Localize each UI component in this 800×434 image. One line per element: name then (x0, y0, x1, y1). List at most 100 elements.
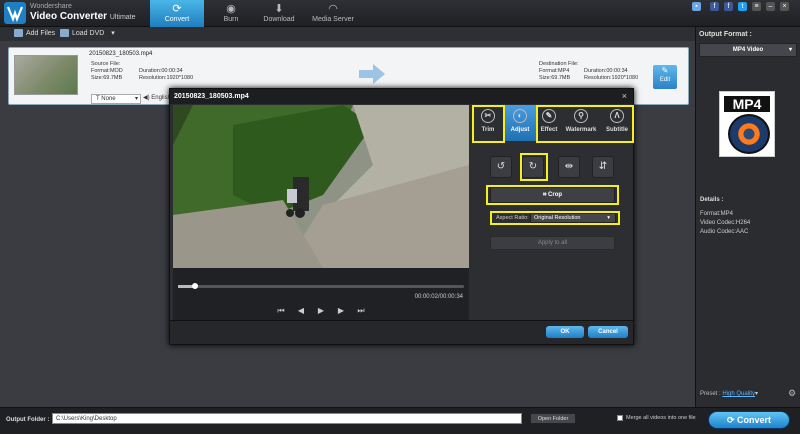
apply-to-all-button[interactable]: Apply to all (490, 236, 615, 250)
aspect-ratio-value: Original Resolution (534, 215, 581, 221)
rotate-right-button[interactable]: ↻ (522, 156, 544, 178)
tab-download[interactable]: ⬇ Download (248, 0, 310, 27)
crop-label: Crop (548, 192, 563, 198)
preset-label: Preset : (700, 391, 721, 397)
download-icon: ⬇ (274, 3, 284, 15)
output-format-title: Output Format : (699, 31, 752, 38)
tab-watermark[interactable]: ⚲ Watermark (562, 105, 600, 141)
merge-checkbox[interactable] (617, 415, 623, 421)
load-dvd-label: Load DVD (72, 29, 105, 37)
output-folder-input[interactable]: C:\Users\King\Desktop (52, 413, 522, 424)
chevron-down-icon[interactable]: ▾ (111, 29, 115, 37)
rotate-left-button[interactable]: ↺ (490, 156, 512, 178)
merge-label: Merge all videos into one file (626, 415, 696, 421)
tab-watermark-label: Watermark (565, 127, 597, 133)
aspect-ratio: Aspect Ratio: Original Resolution ▾ (494, 213, 618, 223)
chevron-down-icon: ▾ (134, 96, 138, 102)
tab-convert[interactable]: ⟳ Convert (150, 0, 204, 27)
tab-adjust[interactable]: ◐ Adjust (504, 105, 536, 141)
facebook-icon[interactable]: f (710, 2, 719, 11)
tab-convert-label: Convert (164, 16, 190, 23)
minimize-icon[interactable]: – (766, 2, 775, 11)
output-format-select[interactable]: MP4 Video ▾ (699, 43, 797, 57)
preset-value-link[interactable]: High Quality (722, 391, 755, 397)
watermark-icon: ⚲ (574, 109, 588, 123)
video-preview[interactable] (173, 105, 469, 268)
tab-subtitle[interactable]: Λ Subtitle (602, 105, 632, 141)
subtitle-select[interactable]: T None ▾ (91, 94, 141, 104)
subtitle-value: None (101, 96, 116, 102)
rotate-right-icon: ↻ (528, 161, 538, 172)
tab-download-label: Download (263, 16, 295, 23)
subtitle-icon: Λ (610, 109, 624, 123)
flip-vertical-button[interactable]: ⇵ (592, 156, 614, 178)
source-duration: Duration:00:00:34 (139, 68, 183, 74)
chevron-down-icon: ▾ (788, 47, 792, 53)
video-thumbnail[interactable] (14, 55, 78, 95)
next-frame-icon[interactable]: ▶ (336, 306, 346, 316)
dest-size: Size:69.7MB (539, 75, 571, 81)
tab-effect-label: Effect (540, 127, 558, 133)
flip-horizontal-button[interactable]: ⇹ (558, 156, 580, 178)
timecode: 00:00:02/00:00:34 (414, 294, 463, 300)
tab-media-server-label: Media Server (312, 16, 354, 23)
cart-icon[interactable]: ▪ (692, 2, 701, 11)
gear-icon[interactable]: ⚙ (788, 388, 796, 399)
dialog-footer: OK Cancel (170, 320, 633, 344)
chevron-down-icon: ▾ (607, 215, 610, 221)
output-format-value: MP4 Video (732, 47, 764, 53)
detail-format: Format:MP4 (700, 211, 734, 217)
detail-video-codec: Video Codec:H264 (700, 220, 751, 226)
tab-effect[interactable]: ✎ Effect (538, 105, 560, 141)
tab-trim[interactable]: ✂ Trim (473, 105, 503, 141)
effect-icon: ✎ (542, 109, 556, 123)
source-resolution: Resolution:1920*1080 (139, 75, 194, 81)
previous-frame-icon[interactable]: ◀ (296, 306, 306, 316)
aspect-ratio-select[interactable]: Original Resolution ▾ (530, 213, 616, 223)
brand-edition: Ultimate (109, 14, 136, 21)
source-size: Size:69.7MB (91, 75, 123, 81)
tab-media-server[interactable]: ◠ Media Server (302, 0, 364, 27)
play-icon[interactable]: ▶ (316, 306, 326, 316)
menu-icon[interactable]: ≡ (752, 2, 761, 11)
crop-button[interactable]: ⌗ Crop (490, 187, 615, 203)
disc-icon: ◉ (226, 3, 236, 15)
skip-start-icon[interactable]: ⏮ (276, 306, 286, 316)
detail-audio-codec: Audio Codec:AAC (700, 229, 749, 235)
output-format-panel: Output Format : MP4 Video ▾ MP4 Details … (695, 27, 800, 407)
edit-button[interactable]: ✎ Edit (653, 65, 677, 89)
close-window-icon[interactable]: × (780, 2, 789, 11)
facebook-like-icon[interactable]: f (724, 2, 733, 11)
brand-company: Wondershare (30, 3, 72, 10)
tab-adjust-label: Adjust (510, 127, 530, 133)
merge-option[interactable]: Merge all videos into one file (617, 415, 696, 421)
add-files-button[interactable]: Add Files (14, 29, 55, 37)
ok-button[interactable]: OK (546, 326, 584, 338)
chevron-down-icon[interactable]: ▾ (755, 391, 758, 397)
add-files-icon (14, 29, 23, 37)
skip-end-icon[interactable]: ⏭ (356, 306, 366, 316)
film-reel-icon (728, 114, 770, 154)
seek-handle[interactable] (192, 283, 199, 289)
flip-vertical-icon: ⇵ (598, 161, 608, 172)
seek-bar[interactable] (178, 283, 464, 289)
cancel-button[interactable]: Cancel (588, 326, 628, 338)
brand-name: Video Converter Ultimate (30, 11, 136, 22)
player-controls: 00:00:02/00:00:34 ⏮ ◀ ▶ ▶ ⏭ (173, 268, 469, 320)
pencil-icon: ✎ (661, 66, 669, 75)
close-icon[interactable]: × (622, 89, 627, 104)
load-dvd-button[interactable]: Load DVD ▾ (60, 29, 115, 37)
flip-horizontal-icon: ⇹ (564, 161, 574, 172)
twitter-icon[interactable]: t (738, 2, 747, 11)
dest-format: Format:MP4 (539, 68, 570, 74)
mp4-format-icon: MP4 (719, 91, 775, 157)
scissors-icon: ✂ (481, 109, 495, 123)
title-bar: Wondershare Video Converter Ultimate ⟳ C… (0, 0, 800, 27)
convert-button[interactable]: ⟳ Convert (708, 411, 790, 429)
preset: Preset : High Quality▾ (700, 390, 758, 397)
crop-icon: ⌗ (542, 192, 547, 198)
file-name: 20150823_180503.mp4 (89, 51, 153, 57)
toolbar: Add Files Load DVD ▾ (0, 27, 695, 41)
app-window: Wondershare Video Converter Ultimate ⟳ C… (0, 0, 800, 434)
open-folder-button[interactable]: Open Folder (530, 413, 576, 424)
